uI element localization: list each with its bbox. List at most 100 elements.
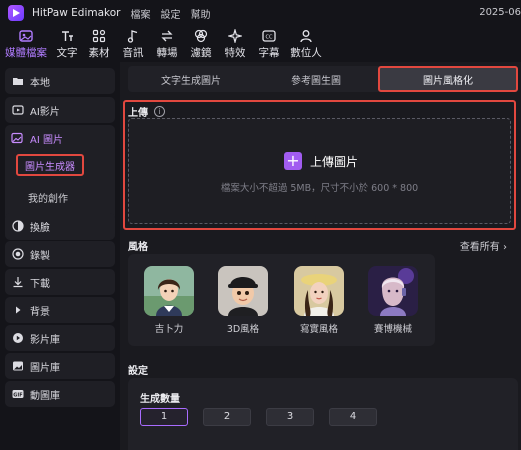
cyber-portrait-image — [368, 266, 418, 316]
tab-text-to-image[interactable]: 文字生成圖片 — [128, 66, 254, 92]
svg-text:CC: CC — [266, 35, 273, 41]
realistic-portrait-image — [294, 266, 344, 316]
ai-image-icon — [11, 131, 25, 145]
sidebar-item-gif-library[interactable]: GIF 動圖庫 — [5, 381, 115, 407]
style-thumb-ghibli[interactable] — [144, 266, 194, 316]
tool-effects-label: 特效 — [224, 47, 246, 59]
app-logo-icon — [8, 5, 24, 21]
app-name: HitPaw Edimakor — [32, 7, 121, 19]
style-label-ghibli: 吉卜力 — [154, 324, 184, 335]
video-library-icon — [11, 331, 25, 345]
sidebar-subitem-image-generator[interactable]: 圖片生成器 — [16, 154, 84, 176]
sidebar-item-label: AI影片 — [30, 106, 60, 118]
effects-icon — [228, 29, 242, 43]
count-option-4[interactable]: 4 — [329, 408, 377, 426]
plus-icon: + — [284, 152, 302, 170]
sidebar-item-download[interactable]: 下載 — [5, 269, 115, 295]
tool-filter[interactable]: 濾鏡 — [184, 26, 218, 62]
sidebar-item-local[interactable]: 本地 — [5, 68, 115, 94]
count-option-3[interactable]: 3 — [266, 408, 314, 426]
face-swap-icon — [11, 219, 25, 233]
tool-text-label: 文字 — [56, 47, 78, 59]
assets-icon — [92, 29, 106, 43]
sidebar-item-ai-image[interactable]: AI 圖片 — [5, 125, 63, 151]
sidebar-item-label: 錄製 — [30, 250, 50, 262]
count-option-2[interactable]: 2 — [203, 408, 251, 426]
sidebar-item-background[interactable]: 背景 — [5, 297, 115, 323]
sidebar-item-label: AI 圖片 — [30, 134, 63, 146]
sidebar-subitem-my-creations[interactable]: 我的創作 — [28, 190, 68, 205]
title-bar: HitPaw Edimakor 檔案 設定 幫助 2025-06 — [0, 0, 521, 26]
digital-human-icon — [300, 30, 312, 43]
subtitle-icon: CC — [262, 30, 276, 42]
tab-image-stylize[interactable]: 圖片風格化 — [378, 66, 518, 92]
menu-file[interactable]: 檔案 — [130, 6, 150, 21]
upload-title-text: 上傳 — [128, 108, 148, 119]
gif-library-icon: GIF — [11, 387, 25, 401]
ai-video-icon — [11, 103, 25, 117]
tool-audio-label: 音訊 — [122, 47, 144, 59]
background-icon — [11, 303, 25, 317]
generate-count-label: 生成數量 — [140, 394, 180, 405]
sidebar-item-video-library[interactable]: 影片庫 — [5, 325, 115, 351]
upload-dropzone[interactable] — [128, 118, 511, 224]
media-icon — [19, 30, 33, 42]
tool-transition[interactable]: 轉場 — [150, 26, 184, 62]
tool-text[interactable]: 文字 — [52, 26, 82, 62]
record-icon — [11, 247, 25, 261]
tool-assets[interactable]: 素材 — [82, 26, 116, 62]
tool-assets-label: 素材 — [88, 47, 110, 59]
tool-audio[interactable]: 音訊 — [116, 26, 150, 62]
upload-hint: 檔案大小不超過 5MB，尺寸不小於 600 * 800 — [220, 183, 419, 194]
sidebar-item-label: 背景 — [30, 306, 50, 318]
style-thumb-cyber[interactable] — [368, 266, 418, 316]
info-icon[interactable]: i — [154, 106, 165, 117]
download-icon — [11, 275, 25, 289]
main-toolbar: 媒體檔案 文字 素材 音訊 轉場 濾鏡 特效 CC 字幕 數位人 — [0, 26, 521, 62]
sidebar-item-image-library[interactable]: 圖片庫 — [5, 353, 115, 379]
tool-subtitle[interactable]: CC 字幕 — [252, 26, 286, 62]
see-all-link[interactable]: 查看所有 › — [460, 238, 507, 253]
tool-filter-label: 濾鏡 — [190, 47, 212, 59]
style-label-cyber: 賽博機械 — [373, 324, 412, 335]
tool-media[interactable]: 媒體檔案 — [0, 26, 52, 62]
sidebar-item-label: 換臉 — [30, 222, 50, 234]
upload-image-button[interactable]: + 上傳圖片 — [284, 152, 358, 170]
style-label-3d: 3D風格 — [226, 324, 260, 335]
sidebar-item-ai-video[interactable]: AI影片 — [5, 97, 115, 123]
style-section-title: 風格 — [128, 242, 148, 253]
image-library-icon — [11, 359, 25, 373]
svg-text:GIF: GIF — [13, 392, 22, 398]
sidebar-item-label: 圖片庫 — [30, 362, 60, 374]
sidebar-item-label: 影片庫 — [30, 334, 60, 346]
upload-button-label: 上傳圖片 — [310, 154, 359, 169]
tool-digital-human[interactable]: 數位人 — [286, 26, 326, 62]
sidebar-item-face-swap[interactable]: 換臉 — [5, 213, 115, 239]
tool-media-label: 媒體檔案 — [5, 47, 47, 59]
sidebar-item-label: 本地 — [30, 77, 50, 89]
date-text: 2025-06 — [479, 7, 521, 18]
tool-effects[interactable]: 特效 — [218, 26, 252, 62]
filter-icon — [194, 29, 208, 43]
ghibli-portrait-image — [144, 266, 194, 316]
tab-image-to-image[interactable]: 參考圖生圖 — [254, 66, 378, 92]
sidebar-item-record[interactable]: 錄製 — [5, 241, 115, 267]
3d-portrait-image — [218, 266, 268, 316]
audio-icon — [127, 30, 138, 43]
sidebar-item-label: 下載 — [30, 278, 50, 290]
text-icon — [62, 31, 73, 41]
tool-digital-human-label: 數位人 — [290, 47, 322, 59]
count-option-1[interactable]: 1 — [140, 408, 188, 426]
transition-icon — [161, 30, 173, 42]
tool-subtitle-label: 字幕 — [258, 47, 280, 59]
upload-title: 上傳 i — [128, 104, 165, 119]
sidebar-item-label: 動圖庫 — [30, 390, 60, 402]
style-thumb-realistic[interactable] — [294, 266, 344, 316]
style-thumb-3d[interactable] — [218, 266, 268, 316]
folder-icon — [11, 74, 25, 88]
settings-title: 設定 — [128, 366, 148, 377]
menu-settings[interactable]: 設定 — [160, 6, 180, 21]
mode-tabs: 文字生成圖片 參考圖生圖 圖片風格化 — [128, 66, 518, 92]
tool-transition-label: 轉場 — [156, 47, 178, 59]
menu-help[interactable]: 幫助 — [190, 6, 210, 21]
